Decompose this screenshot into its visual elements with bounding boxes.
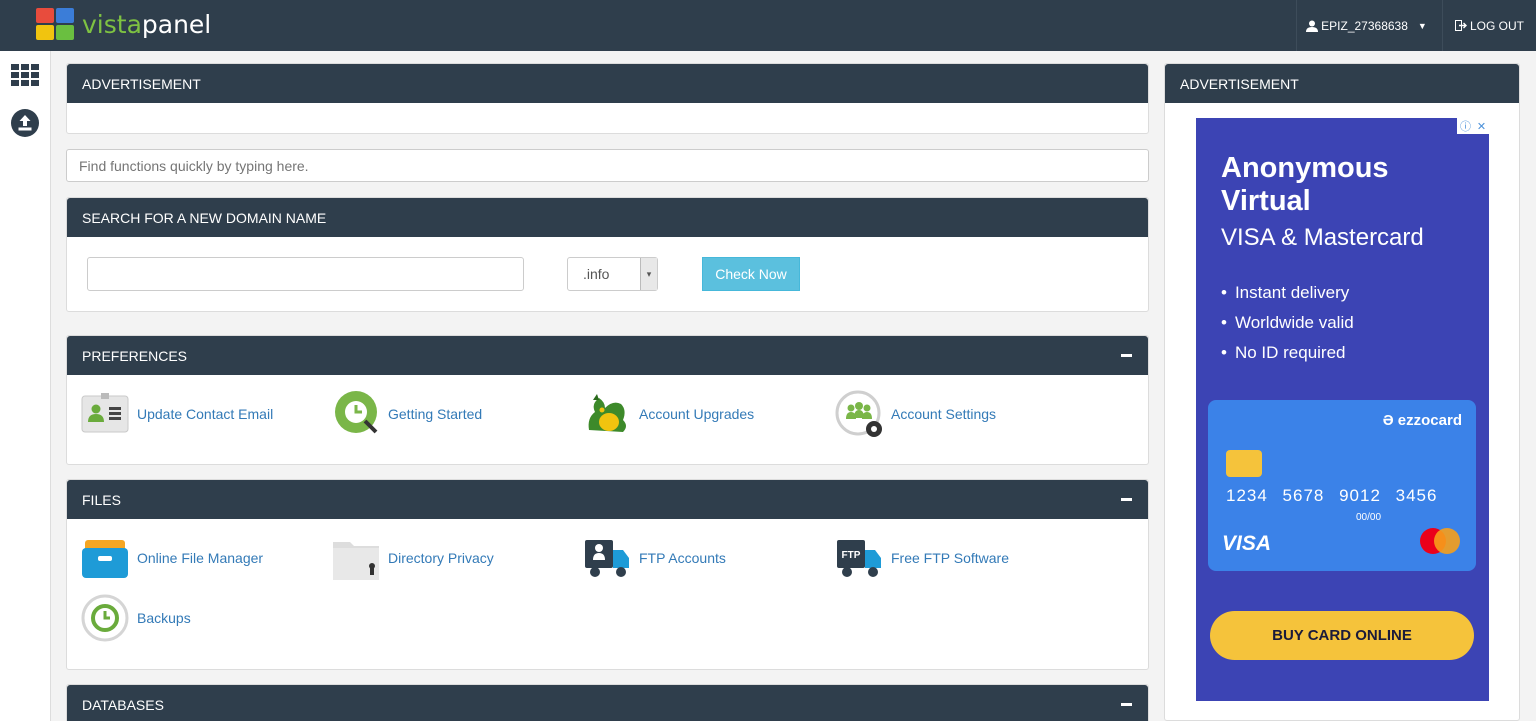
select-arrow-icon: ▾ xyxy=(640,258,657,290)
top-navbar: vistapanel EPIZ_27368638 ▼ LOG OUT xyxy=(0,0,1536,51)
apps-grid-icon[interactable] xyxy=(11,64,39,86)
tool-label: Account Settings xyxy=(891,406,997,422)
card-number: 1234 5678 9012 3456 xyxy=(1226,486,1438,505)
tool-getting-started[interactable]: Getting Started xyxy=(332,390,482,438)
panel-title: SEARCH FOR A NEW DOMAIN NAME xyxy=(82,209,327,226)
ad-bullet-list: Instant delivery Worldwide valid No ID r… xyxy=(1221,278,1354,368)
advertisement-panel-left: ADVERTISEMENT xyxy=(66,63,1149,134)
panel-header: SEARCH FOR A NEW DOMAIN NAME xyxy=(67,198,1148,237)
tool-label: Free FTP Software xyxy=(891,550,1010,566)
tool-label: Online File Manager xyxy=(137,550,264,566)
file-drawer-icon xyxy=(81,534,129,582)
panel-title: PREFERENCES xyxy=(82,347,188,364)
panel-title: ADVERTISEMENT xyxy=(82,75,201,92)
tool-account-upgrades[interactable]: Account Upgrades xyxy=(583,390,754,438)
panel-title: ADVERTISEMENT xyxy=(1180,75,1299,92)
domain-name-input[interactable] xyxy=(87,257,524,291)
user-menu-dropdown[interactable]: EPIZ_27368638 ▼ xyxy=(1296,0,1436,51)
tool-label: Update Contact Email xyxy=(137,406,274,422)
buy-card-online-button[interactable]: BUY CARD ONLINE xyxy=(1210,611,1474,660)
panel-header: DATABASES xyxy=(67,685,1148,721)
ad-info-icon[interactable]: ⓘ xyxy=(1460,118,1471,134)
logout-label: LOG OUT xyxy=(1469,18,1524,33)
preferences-panel: PREFERENCES Update Contact Email Getting… xyxy=(66,335,1149,465)
logo-prefix: vista xyxy=(82,9,142,39)
ftp-truck-icon: FTP xyxy=(835,534,883,582)
panel-header: ADVERTISEMENT xyxy=(67,64,1148,103)
ftp-truck-user-icon xyxy=(583,534,631,582)
function-search-input[interactable] xyxy=(66,149,1149,182)
tool-label: FTP Accounts xyxy=(639,550,726,566)
card-brand: Ə ezzocard xyxy=(1382,412,1462,429)
ad-bullet: Instant delivery xyxy=(1221,278,1354,308)
ad-bullet: Worldwide valid xyxy=(1221,308,1354,338)
tool-backups[interactable]: Backups xyxy=(81,594,191,642)
ad-choices[interactable]: ⓘ ✕ xyxy=(1457,118,1489,134)
logo-squares-icon xyxy=(36,8,74,40)
panel-header: ADVERTISEMENT xyxy=(1165,64,1519,103)
card-expiry: 00/00 xyxy=(1356,512,1382,523)
panel-header: PREFERENCES xyxy=(67,336,1148,375)
tool-label: Account Upgrades xyxy=(639,406,755,422)
collapse-icon[interactable] xyxy=(1121,703,1132,706)
users-gear-icon xyxy=(835,390,883,438)
credit-card-image: Ə ezzocard 1234 5678 9012 3456 00/00 VIS… xyxy=(1208,400,1476,571)
left-sidebar xyxy=(0,51,51,721)
mastercard-logo-icon xyxy=(1420,528,1462,556)
panel-title: DATABASES xyxy=(82,696,164,713)
ad-bullet: No ID required xyxy=(1221,338,1354,368)
vistapanel-logo[interactable]: vistapanel xyxy=(36,8,211,40)
ad-headline: Anonymous Virtual xyxy=(1221,152,1389,217)
caret-down-icon: ▼ xyxy=(1417,20,1427,31)
databases-panel: DATABASES xyxy=(66,684,1149,721)
tool-directory-privacy[interactable]: Directory Privacy xyxy=(332,534,494,582)
files-panel: FILES Online File Manager Directory Priv… xyxy=(66,479,1149,670)
tld-select[interactable]: .info ▾ xyxy=(567,257,658,291)
tool-online-file-manager[interactable]: Online File Manager xyxy=(81,534,263,582)
tool-update-contact-email[interactable]: Update Contact Email xyxy=(81,390,273,438)
ad-banner[interactable]: ⓘ✕ Anonymous Virtual VISA & Mastercard I… xyxy=(1196,118,1489,701)
clock-magnifier-icon xyxy=(332,390,380,438)
tool-account-settings[interactable]: Account Settings xyxy=(835,390,996,438)
tool-free-ftp-software[interactable]: FTP Free FTP Software xyxy=(835,534,1009,582)
tld-selected-value: .info xyxy=(583,266,610,282)
check-now-button[interactable]: Check Now xyxy=(702,257,800,291)
panel-header: FILES xyxy=(67,480,1148,519)
tool-label: Directory Privacy xyxy=(388,550,494,566)
tool-label: Getting Started xyxy=(388,406,483,422)
tool-ftp-accounts[interactable]: FTP Accounts xyxy=(583,534,726,582)
locked-folder-icon xyxy=(332,534,380,582)
svg-text:FTP: FTP xyxy=(842,550,861,561)
advertisement-panel-right: ADVERTISEMENT ⓘ ✕ Anonymous Virtual VISA … xyxy=(1164,63,1520,721)
ad-subheadline: VISA & Mastercard xyxy=(1221,224,1424,251)
username-label: EPIZ_27368638 xyxy=(1321,18,1408,33)
domain-search-panel: SEARCH FOR A NEW DOMAIN NAME .info ▾ Che… xyxy=(66,197,1149,312)
ad-close-icon[interactable]: ✕ xyxy=(1477,120,1486,133)
dragon-icon xyxy=(583,390,631,438)
upload-icon[interactable] xyxy=(11,109,39,137)
user-icon xyxy=(1306,20,1319,32)
contact-card-icon xyxy=(81,390,129,438)
logout-button[interactable]: LOG OUT xyxy=(1442,0,1536,51)
collapse-icon[interactable] xyxy=(1121,498,1132,501)
logo-suffix: panel xyxy=(141,9,212,39)
card-chip-icon xyxy=(1226,450,1262,477)
sign-out-icon xyxy=(1454,20,1467,31)
collapse-icon[interactable] xyxy=(1121,354,1132,357)
tool-label: Backups xyxy=(137,610,191,626)
panel-title: FILES xyxy=(82,491,121,508)
card-network: VISA xyxy=(1222,532,1272,555)
backup-clock-icon xyxy=(81,594,129,642)
